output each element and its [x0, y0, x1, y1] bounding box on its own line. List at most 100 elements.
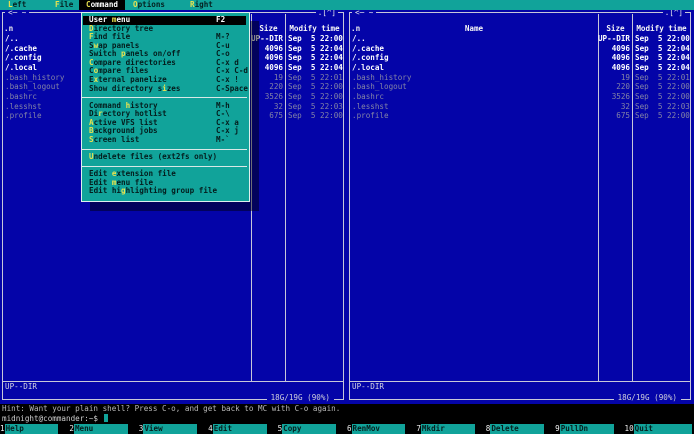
menu-item-label: Screen list: [89, 134, 140, 144]
column-header-mtime[interactable]: Modify time: [633, 24, 690, 34]
mini-status: UP--DIR: [352, 382, 385, 391]
fn-key-copy[interactable]: 5 Copy: [278, 424, 347, 434]
menu-item-shortcut: M-`: [216, 134, 230, 144]
file-name: /.config: [5, 53, 42, 63]
command-menu: User menu F2 Directory tree Find file M-? Swa…: [81, 12, 250, 202]
fn-key-label: PullDn: [559, 424, 614, 434]
menubar-item-options[interactable]: Options: [126, 0, 172, 10]
menubar-item-file[interactable]: File: [48, 0, 80, 10]
file-mtime: Sep 5 22:00: [635, 111, 690, 121]
file-row[interactable]: /.. UP--DIR Sep 5 22:00: [347, 34, 694, 44]
file-row[interactable]: .profile 675 Sep 5 22:00: [347, 111, 694, 121]
menu-item-label: Undelete files (ext2fs only): [89, 152, 218, 162]
function-key-bar: 1 Help 2 Menu 3 View 4 Edit 5 Copy 6 RenMov 7 Mkdir 8 D…: [0, 424, 694, 434]
file-row[interactable]: .bash_history 19 Sep 5 22:01: [347, 73, 694, 83]
file-mtime: Sep 5 22:03: [288, 101, 343, 111]
file-size: 4096: [611, 62, 630, 72]
shell-prompt[interactable]: midnight@commander:~$: [2, 414, 109, 424]
file-mtime: Sep 5 22:01: [635, 72, 690, 82]
file-row[interactable]: .bash_logout 220 Sep 5 22:00: [347, 82, 694, 92]
file-name: .bash_logout: [5, 82, 60, 92]
file-mtime: Sep 5 22:04: [288, 43, 343, 53]
fn-key-label: Quit: [633, 424, 692, 434]
file-mtime: Sep 5 22:00: [288, 34, 343, 43]
file-name: /..: [352, 34, 366, 43]
file-name: .lesshst: [5, 101, 42, 111]
fn-key-menu[interactable]: 2 Menu: [69, 424, 138, 434]
file-size: 220: [616, 82, 630, 92]
file-row[interactable]: /.config 4096 Sep 5 22:04: [347, 53, 694, 63]
fn-key-edit[interactable]: 4 Edit: [208, 424, 277, 434]
fn-key-pulldn[interactable]: 9 PullDn: [555, 424, 624, 434]
mini-status-separator: [3, 381, 343, 382]
menu-item[interactable]: Screen list M-`: [83, 134, 246, 145]
fn-key-mkdir[interactable]: 7 Mkdir: [416, 424, 485, 434]
menubar-item-right[interactable]: Right: [183, 0, 220, 10]
file-name: /.cache: [5, 43, 38, 53]
column-header-size[interactable]: Size: [599, 24, 632, 34]
fn-key-label: RenMov: [351, 424, 406, 434]
fn-key-label: Help: [4, 424, 59, 434]
menu-item-shortcut: C-Space: [216, 83, 249, 93]
fn-key-label: View: [143, 424, 198, 434]
fn-key-label: Edit: [212, 424, 267, 434]
mini-status-separator: [350, 381, 690, 382]
menu-item[interactable]: Edit highlighting group file: [83, 187, 246, 196]
menu-separator: [82, 148, 247, 150]
file-name: .bash_history: [352, 72, 412, 82]
file-mtime: Sep 5 22:00: [288, 111, 343, 121]
mc-screen: Left File Command Options Right <─ ~ .[^] .n…: [0, 0, 694, 434]
column-header-size[interactable]: Size: [252, 24, 285, 34]
menu-item[interactable]: Show directory sizes C-Space: [83, 83, 249, 94]
file-row[interactable]: /.cache 4096 Sep 5 22:04: [347, 44, 694, 54]
file-mtime: Sep 5 22:04: [635, 53, 690, 63]
fn-key-renmov[interactable]: 6 RenMov: [347, 424, 416, 434]
menu-bar: Left File Command Options Right: [0, 0, 694, 10]
file-name: .bashrc: [5, 91, 38, 101]
fn-key-delete[interactable]: 8 Delete: [486, 424, 555, 434]
file-mtime: Sep 5 22:00: [635, 91, 690, 101]
file-mtime: Sep 5 22:03: [635, 101, 690, 111]
menu-separator: [82, 97, 247, 99]
file-name: /.cache: [352, 43, 385, 53]
fn-key-view[interactable]: 3 View: [139, 424, 208, 434]
file-mtime: Sep 5 22:04: [635, 62, 690, 72]
file-name: /.local: [5, 62, 38, 72]
disk-usage: 18G/19G (90%): [613, 393, 681, 403]
file-name: /.config: [352, 53, 389, 63]
fn-key-quit[interactable]: 10 Quit: [625, 424, 694, 434]
menubar-item-left[interactable]: Left: [1, 0, 33, 10]
fn-key-label: Mkdir: [420, 424, 475, 434]
file-size: UP--DIR: [597, 34, 630, 43]
file-name: .bashrc: [352, 91, 385, 101]
menu-item-label: Edit highlighting group file: [89, 186, 218, 196]
file-mtime: Sep 5 22:04: [635, 43, 690, 53]
fn-key-number: 10: [624, 424, 634, 433]
file-row[interactable]: /.local 4096 Sep 5 22:04: [347, 63, 694, 73]
file-mtime: Sep 5 22:00: [288, 82, 343, 92]
fn-key-label: Copy: [282, 424, 336, 434]
menu-item[interactable]: Undelete files (ext2fs only): [83, 152, 246, 162]
file-size: 32: [620, 101, 630, 111]
file-name: .profile: [5, 111, 42, 121]
file-name: .bash_logout: [352, 82, 407, 92]
menu-item-label: Show directory sizes: [89, 83, 181, 93]
file-row[interactable]: .bashrc 3526 Sep 5 22:00: [347, 92, 694, 102]
file-mtime: Sep 5 22:00: [635, 34, 690, 43]
file-mtime: Sep 5 22:00: [288, 91, 343, 101]
column-header-mtime[interactable]: Modify time: [286, 24, 343, 34]
menubar-item-command[interactable]: Command: [79, 0, 126, 10]
fn-key-label: Menu: [73, 424, 128, 434]
file-size: 19: [620, 72, 630, 82]
panel-right: <─ ~ .[^] .n Name Size Modify time /.. UP…: [347, 8, 694, 404]
text-cursor: [103, 414, 109, 422]
file-name: /..: [5, 34, 19, 43]
file-name: .lesshst: [352, 101, 389, 111]
fn-key-label: Delete: [490, 424, 545, 434]
file-size: 3526: [611, 91, 630, 101]
file-name: /.local: [352, 62, 385, 72]
fn-key-help[interactable]: 1 Help: [0, 424, 69, 434]
column-header-name[interactable]: Name: [350, 24, 598, 34]
file-row[interactable]: .lesshst 32 Sep 5 22:03: [347, 102, 694, 112]
file-name: .bash_history: [5, 72, 65, 82]
